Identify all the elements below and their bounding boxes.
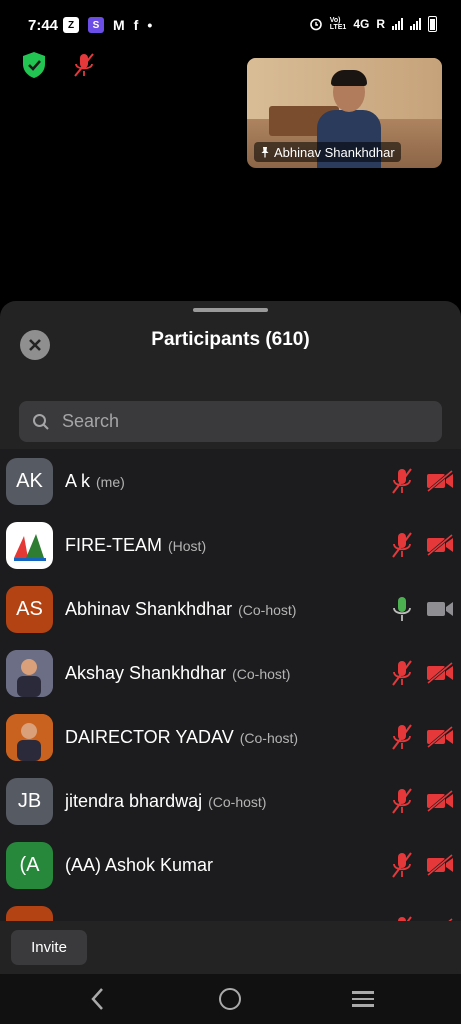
gmail-notification-icon: M	[113, 17, 125, 33]
system-icons: Vo) LTE1 4G R	[309, 16, 437, 32]
signal-icon	[392, 18, 403, 30]
participant-name-text: A k	[65, 471, 91, 491]
video-off-icon[interactable]	[425, 532, 455, 558]
audio-muted-icon[interactable]	[69, 50, 99, 80]
video-off-icon[interactable]	[425, 916, 455, 921]
pin-icon	[261, 147, 269, 158]
participant-row[interactable]: AS Abhinav Shankhdhar (Co-host)	[0, 577, 461, 641]
participant-name: jitendra bhardwaj (Co-host)	[65, 791, 266, 812]
microphone-muted-icon[interactable]	[388, 786, 416, 816]
participant-name: (AA) Ashok Kumar	[65, 855, 219, 876]
participant-role: (Co-host)	[208, 794, 267, 810]
status-time: 7:44	[28, 17, 59, 34]
recents-icon[interactable]	[352, 991, 374, 1007]
participant-role: (Co-host)	[232, 666, 291, 682]
back-icon[interactable]	[88, 986, 108, 1012]
microphone-muted-icon[interactable]	[388, 914, 416, 921]
participants-panel: Participants (610) Search AK A k (me) FIRE-…	[0, 301, 461, 1024]
participant-name: A k (me)	[65, 471, 125, 492]
roaming-label: R	[376, 17, 385, 31]
active-speaker-video[interactable]: Abhinav Shankhdhar	[247, 58, 442, 168]
search-input[interactable]: Search	[19, 401, 442, 442]
participant-row[interactable]	[0, 897, 461, 921]
video-participant-name: Abhinav Shankhdhar	[274, 144, 395, 160]
participant-name-text: jitendra bhardwaj	[65, 791, 203, 811]
network-type-label: 4G	[353, 17, 370, 31]
avatar: JB	[6, 778, 53, 825]
system-nav-bar	[0, 974, 461, 1024]
participant-role: (Co-host)	[239, 730, 299, 746]
zoom-notification-icon: Z	[63, 17, 79, 33]
security-shield-icon[interactable]	[19, 50, 49, 80]
microphone-muted-icon[interactable]	[388, 530, 416, 560]
participant-row[interactable]: AK A k (me)	[0, 449, 461, 513]
participant-name-text: Akshay Shankhdhar	[65, 663, 227, 683]
video-name-tag: Abhinav Shankhdhar	[254, 142, 401, 162]
participant-name: Abhinav Shankhdhar (Co-host)	[65, 599, 296, 620]
drag-handle[interactable]	[193, 308, 268, 312]
flipkart-notification-icon: f	[133, 17, 139, 33]
more-notifications-icon: •	[147, 17, 153, 33]
video-off-icon[interactable]	[425, 724, 455, 750]
avatar	[6, 522, 53, 569]
participant-row[interactable]: (A (AA) Ashok Kumar	[0, 833, 461, 897]
microphone-muted-icon[interactable]	[388, 722, 416, 752]
avatar	[6, 906, 53, 921]
video-off-icon[interactable]	[425, 468, 455, 494]
search-placeholder: Search	[62, 411, 120, 431]
avatar: AK	[6, 458, 53, 505]
status-bar: 7:44 Z S M f • Vo) LTE1 4G R	[0, 0, 461, 52]
video-off-icon[interactable]	[425, 788, 455, 814]
participant-name-text: FIRE-TEAM	[65, 535, 162, 555]
search-icon	[33, 413, 49, 430]
participant-row[interactable]: FIRE-TEAM (Host)	[0, 513, 461, 577]
notification-icons: Z S M f •	[63, 17, 152, 33]
video-off-icon[interactable]	[425, 660, 455, 686]
participant-name: Akshay Shankhdhar (Co-host)	[65, 663, 290, 684]
invite-button[interactable]: Invite	[11, 930, 87, 965]
microphone-muted-icon[interactable]	[388, 466, 416, 496]
video-on-icon[interactable]	[425, 596, 455, 622]
participant-row[interactable]: DAIRECTOR YADAV (Co-host)	[0, 705, 461, 769]
participant-name: FIRE-TEAM (Host)	[65, 535, 206, 556]
microphone-muted-icon[interactable]	[388, 658, 416, 688]
avatar	[6, 714, 53, 761]
bottom-bar: Invite	[0, 922, 461, 974]
participant-name-text: DAIRECTOR YADAV	[65, 727, 234, 747]
participant-name: DAIRECTOR YADAV (Co-host)	[65, 727, 298, 748]
participant-role: (Host)	[168, 538, 207, 554]
volte-icon: Vo) LTE1	[329, 17, 347, 31]
battery-icon	[428, 16, 437, 32]
participant-role: (Co-host)	[238, 602, 297, 618]
microphone-muted-icon[interactable]	[388, 850, 416, 880]
home-icon[interactable]	[219, 988, 241, 1010]
participant-row[interactable]: JB jitendra bhardwaj (Co-host)	[0, 769, 461, 833]
app-notification-icon: S	[88, 17, 104, 33]
video-off-icon[interactable]	[425, 852, 455, 878]
signal-icon-2	[410, 18, 421, 30]
alarm-icon	[309, 18, 322, 31]
participant-name	[65, 919, 71, 921]
avatar: (A	[6, 842, 53, 889]
avatar	[6, 650, 53, 697]
participant-row[interactable]: Akshay Shankhdhar (Co-host)	[0, 641, 461, 705]
panel-title: Participants (610)	[151, 329, 310, 350]
participant-name-text: Abhinav Shankhdhar	[65, 599, 233, 619]
participant-list[interactable]: AK A k (me) FIRE-TEAM (Host) AS Abhinav Shankh…	[0, 449, 461, 921]
microphone-on-icon[interactable]	[388, 594, 416, 624]
avatar: AS	[6, 586, 53, 633]
participant-name-text: (AA) Ashok Kumar	[65, 855, 214, 875]
participant-role: (me)	[96, 474, 125, 490]
